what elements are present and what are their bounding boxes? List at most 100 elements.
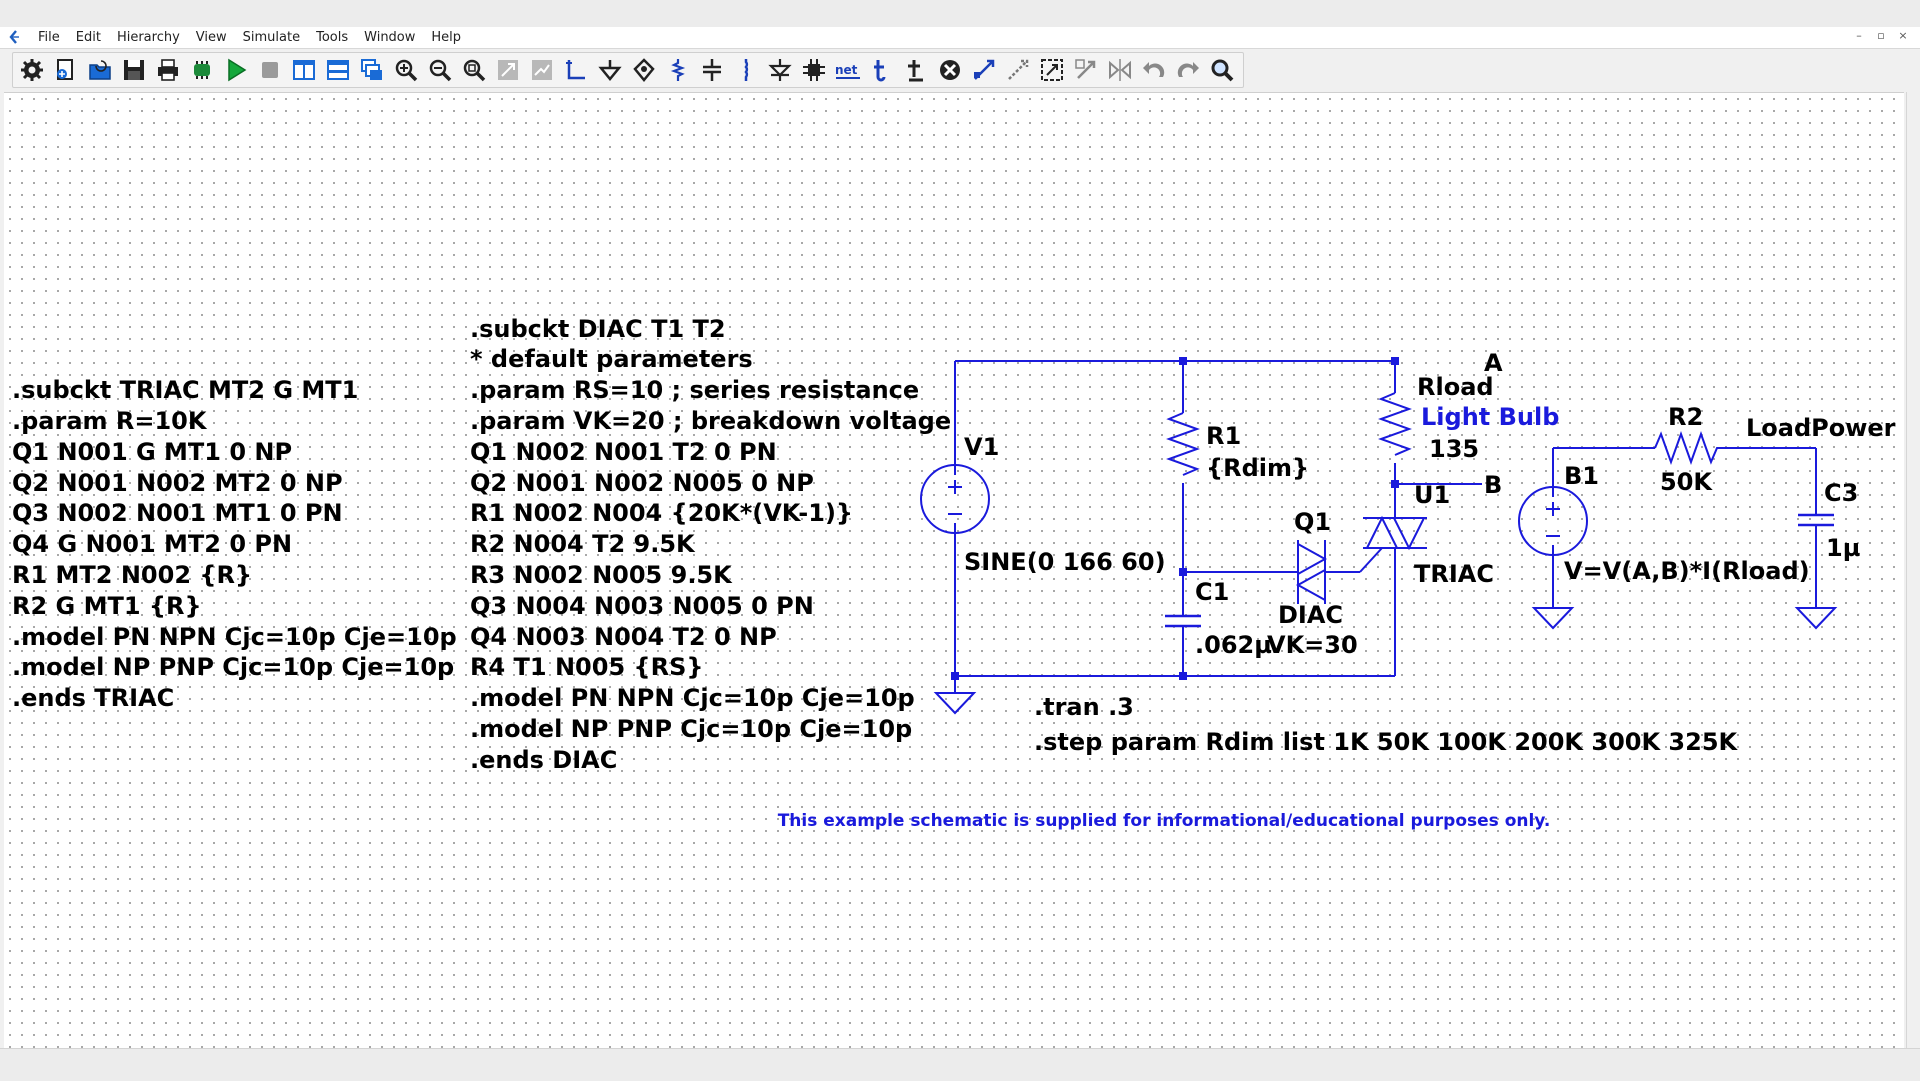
restore-button[interactable]: ▫ xyxy=(1872,28,1890,44)
menu-edit[interactable]: Edit xyxy=(68,30,109,46)
undo-icon xyxy=(1143,62,1165,77)
rload-name: Rload xyxy=(1417,373,1494,401)
text-t-icon xyxy=(874,60,886,82)
duplicate-icon xyxy=(974,59,995,80)
rotate-button[interactable] xyxy=(1071,55,1101,85)
drag-button[interactable] xyxy=(1037,55,1067,85)
redo-icon xyxy=(1177,62,1199,77)
schematic-drawing: .subckt TRIAC MT2 G MT1 .param R=10K Q1 … xyxy=(12,315,1896,831)
label-net-button[interactable] xyxy=(629,55,659,85)
run-button[interactable] xyxy=(221,55,251,85)
autoscale-icon xyxy=(532,60,552,80)
c1-symbol[interactable] xyxy=(1165,614,1201,628)
menu-window[interactable]: Window xyxy=(356,30,423,46)
printer-icon xyxy=(158,59,178,81)
r1-symbol[interactable] xyxy=(1166,412,1200,476)
r2-symbol[interactable] xyxy=(1654,431,1726,465)
pan-button[interactable] xyxy=(493,55,523,85)
diode-button[interactable] xyxy=(765,55,795,85)
halt-button[interactable] xyxy=(255,55,285,85)
cascade-button[interactable] xyxy=(357,55,387,85)
move-button[interactable] xyxy=(1003,55,1033,85)
text-button[interactable] xyxy=(867,55,897,85)
zoom-fit-button[interactable] xyxy=(459,55,489,85)
drag-icon xyxy=(1041,59,1063,81)
tran-directive: .tran .3 xyxy=(1034,693,1134,721)
c3-symbol[interactable] xyxy=(1798,513,1834,527)
save-button[interactable] xyxy=(119,55,149,85)
control-panel-button[interactable] xyxy=(187,55,217,85)
menu-file[interactable]: File xyxy=(30,30,68,46)
netlist-line: .subckt DIAC T1 T2 xyxy=(470,315,726,343)
ground-icon xyxy=(598,60,622,81)
menu-tools[interactable]: Tools xyxy=(308,30,356,46)
triac-symbol[interactable] xyxy=(1363,515,1427,551)
save-disk-icon xyxy=(124,60,144,80)
menu-simulate[interactable]: Simulate xyxy=(235,30,308,46)
c3-name: C3 xyxy=(1824,479,1858,507)
u1-name: U1 xyxy=(1414,481,1450,509)
menu-hierarchy[interactable]: Hierarchy xyxy=(109,30,188,46)
junction-dot xyxy=(1179,357,1187,365)
component-button[interactable] xyxy=(799,55,829,85)
resistor-button[interactable] xyxy=(663,55,693,85)
r2-value: 50K xyxy=(1660,468,1713,496)
diac-symbol[interactable] xyxy=(1295,540,1328,604)
loadpower-net-label: LoadPower xyxy=(1746,414,1896,442)
schematic-canvas[interactable]: .subckt TRIAC MT2 G MT1 .param R=10K Q1 … xyxy=(4,92,1904,1049)
net-label-button[interactable]: net xyxy=(833,55,863,85)
rload-value: 135 xyxy=(1429,435,1479,463)
capacitor-button[interactable] xyxy=(697,55,727,85)
spice-directive-button[interactable] xyxy=(901,55,931,85)
mirror-icon xyxy=(1109,59,1131,81)
junction-dot xyxy=(1391,480,1399,488)
new-schematic-button[interactable] xyxy=(51,55,81,85)
print-button[interactable] xyxy=(153,55,183,85)
netlist-line: R2 N004 T2 9.5K xyxy=(470,530,696,558)
zoom-in-button[interactable] xyxy=(391,55,421,85)
junction-dot xyxy=(1179,568,1187,576)
settings-button[interactable] xyxy=(17,55,47,85)
autoscale-button[interactable] xyxy=(527,55,557,85)
undo-button[interactable] xyxy=(1139,55,1169,85)
run-play-icon xyxy=(228,58,247,82)
q1-name: Q1 xyxy=(1294,508,1331,536)
close-button[interactable]: × xyxy=(1894,28,1912,44)
draw-wire-button[interactable] xyxy=(561,55,591,85)
netlist-line: .ends TRIAC xyxy=(12,684,174,712)
chip-icon xyxy=(194,61,210,79)
ground-symbol xyxy=(1531,607,1575,630)
horizontal-scrollbar[interactable] xyxy=(0,1048,1920,1081)
netlist-line: * default parameters xyxy=(470,345,753,373)
find-button[interactable] xyxy=(1207,55,1237,85)
disclaimer-text: This example schematic is supplied for i… xyxy=(778,811,1551,831)
open-button[interactable] xyxy=(85,55,115,85)
redo-button[interactable] xyxy=(1173,55,1203,85)
minimize-button[interactable]: – xyxy=(1850,28,1868,44)
tile-horizontal-button[interactable] xyxy=(323,55,353,85)
rload-symbol[interactable] xyxy=(1378,392,1412,456)
duplicate-button[interactable] xyxy=(969,55,999,85)
menu-help[interactable]: Help xyxy=(423,30,469,46)
mirror-button[interactable] xyxy=(1105,55,1135,85)
resistor-icon xyxy=(670,59,686,81)
netlist-line: R3 N002 N005 9.5K xyxy=(470,561,733,589)
zoom-out-icon xyxy=(429,59,452,82)
delete-x-icon xyxy=(940,60,960,80)
q1-model: DIAC xyxy=(1278,601,1343,629)
tile-vertical-button[interactable] xyxy=(289,55,319,85)
inductor-button[interactable] xyxy=(731,55,761,85)
zoom-out-button[interactable] xyxy=(425,55,455,85)
netlist-line: .param R=10K xyxy=(12,407,208,435)
menu-view[interactable]: View xyxy=(188,30,235,46)
ground-button[interactable] xyxy=(595,55,625,85)
netlist-line: .subckt TRIAC MT2 G MT1 xyxy=(12,376,358,404)
spice-directives: .tran .3 .step param Rdim list 1K 50K 10… xyxy=(1034,693,1739,756)
net-text-icon: net xyxy=(835,63,860,79)
delete-button[interactable] xyxy=(935,55,965,85)
svg-text:net: net xyxy=(835,63,858,77)
v1-symbol[interactable] xyxy=(920,464,990,534)
b1-symbol[interactable] xyxy=(1518,486,1588,556)
vertical-scrollbar[interactable] xyxy=(1906,92,1920,1048)
stop-icon xyxy=(262,62,278,78)
